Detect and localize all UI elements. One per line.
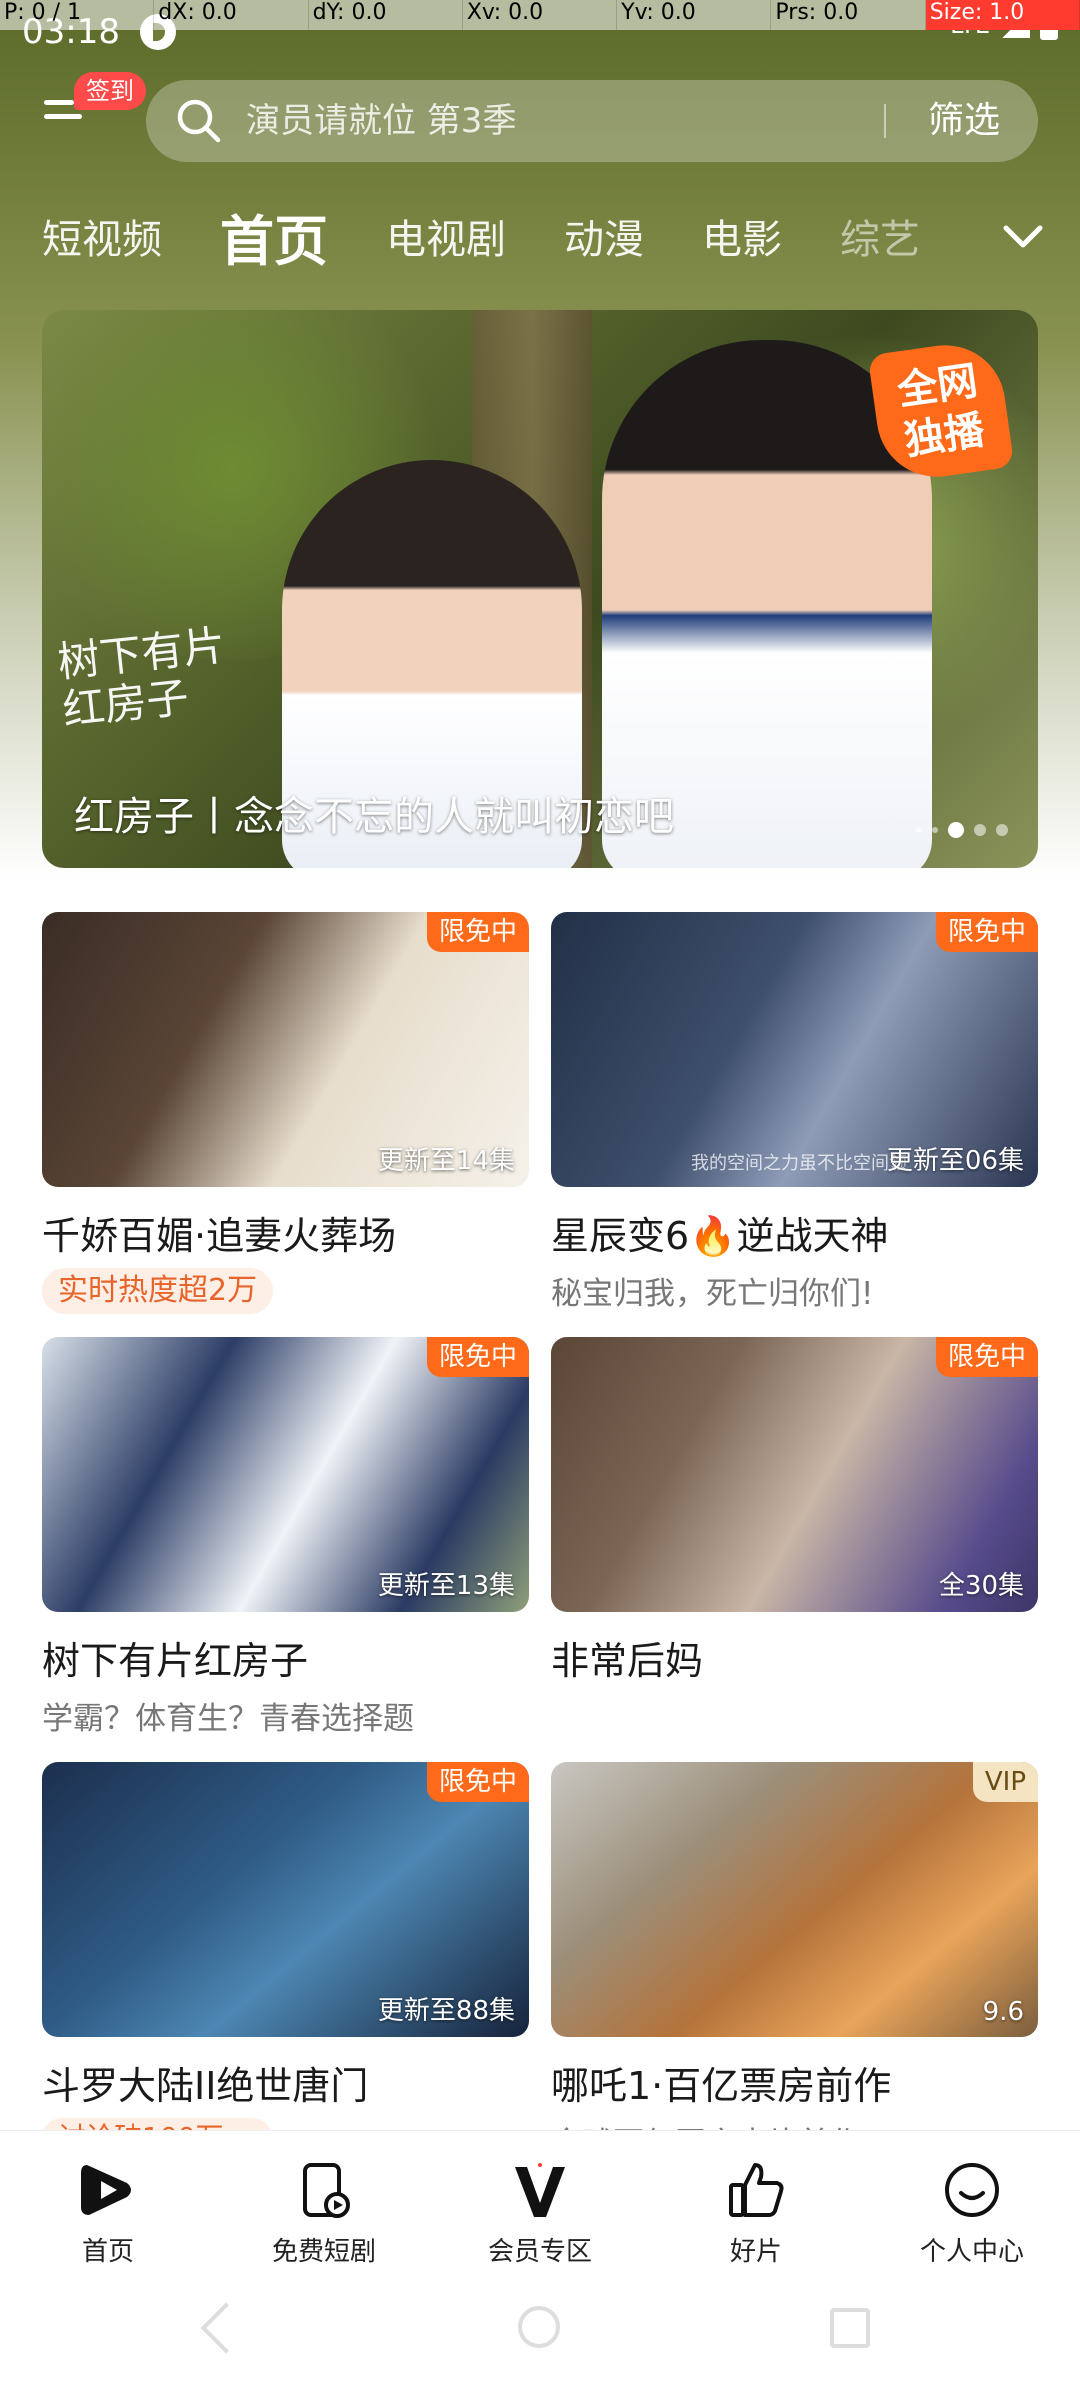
heat-badge: 实时热度超2万 xyxy=(42,1268,274,1314)
video-card[interactable]: 限免中 我的空间之力虽不比空间领 更新至06集 星辰变6🔥逆战天神 秘宝归我，死… xyxy=(551,912,1038,1313)
video-thumbnail[interactable]: 限免中 更新至13集 xyxy=(42,1337,529,1612)
search-input[interactable] xyxy=(246,80,846,162)
free-badge: 限免中 xyxy=(426,1762,529,1802)
debug-xv: Xv: 0.0 xyxy=(462,0,618,30)
video-thumbnail[interactable]: 限免中 更新至14集 xyxy=(42,912,529,1187)
video-subtitle: 秘宝归我，死亡归你们! xyxy=(551,1276,874,1312)
video-card[interactable]: 限免中 全30集 非常后妈 xyxy=(551,1337,1038,1685)
free-badge: 限免中 xyxy=(935,912,1038,952)
home-circle-icon[interactable] xyxy=(518,2306,560,2348)
free-badge: 限免中 xyxy=(426,1337,529,1377)
thumbnail-caption: 我的空间之力虽不比空间领 xyxy=(691,1153,907,1174)
filter-button[interactable]: 筛选 xyxy=(914,80,1014,162)
debug-dy: dY: 0.0 xyxy=(308,0,463,30)
bottom-navigation: 首页 免费短剧 会员专区 好片 个人中心 xyxy=(0,2130,1080,2280)
vip-v-icon xyxy=(515,2163,565,2217)
search-divider xyxy=(884,104,886,138)
debug-pointer: P: 0 / 1 xyxy=(0,0,155,30)
nav-free-short-drama[interactable]: 免费短剧 xyxy=(216,2131,432,2280)
nav-label: 免费短剧 xyxy=(271,2237,376,2267)
pagination-dot[interactable] xyxy=(974,824,986,836)
hero-banner[interactable]: 树下有片 红房子 全网 独播 红房子丨念念不忘的人就叫初恋吧 xyxy=(42,310,1038,868)
free-badge: 限免中 xyxy=(426,912,529,952)
video-card[interactable]: 限免中 更新至13集 树下有片红房子 学霸？体育生？青春选择题 xyxy=(42,1337,529,1738)
video-title[interactable]: 星辰变6🔥逆战天神 xyxy=(551,1205,1038,1260)
video-subtitle: 学霸？体育生？青春选择题 xyxy=(42,1701,414,1737)
pagination-dot[interactable] xyxy=(996,824,1008,836)
video-card[interactable]: 限免中 更新至88集 斗罗大陆II绝世唐门 讨论破100万 > xyxy=(42,1762,529,2158)
debug-dx: dX: 0.0 xyxy=(154,0,309,30)
debug-size: Size: 1.0 xyxy=(925,0,1080,30)
phone-play-icon xyxy=(303,2163,350,2218)
free-badge: 限免中 xyxy=(935,1337,1038,1377)
debug-overlay-bar: P: 0 / 1 dX: 0.0 dY: 0.0 Xv: 0.0 Yv: 0.0… xyxy=(0,0,1080,30)
checkin-badge[interactable]: 签到 xyxy=(74,72,146,110)
menu-line-icon xyxy=(44,100,74,105)
nav-label: 个人中心 xyxy=(919,2237,1024,2267)
nav-home[interactable]: 首页 xyxy=(0,2131,216,2280)
tab-tv-series[interactable]: 电视剧 xyxy=(386,207,506,265)
video-title[interactable]: 树下有片红房子 xyxy=(42,1630,529,1685)
video-card[interactable]: 限免中 更新至14集 千娇百媚·追妻火葬场 实时热度超2万 xyxy=(42,912,529,1314)
episode-label: 全30集 xyxy=(938,1571,1024,1601)
system-navigation-bar xyxy=(0,2280,1080,2400)
episode-label: 更新至88集 xyxy=(377,1996,515,2026)
episode-label: 更新至13集 xyxy=(377,1571,515,1601)
search-icon xyxy=(177,99,221,143)
search-bar[interactable]: 筛选 xyxy=(146,80,1038,162)
pagination-dot[interactable] xyxy=(932,827,938,833)
episode-label: 更新至06集 xyxy=(886,1146,1024,1176)
nav-vip-zone[interactable]: 会员专区 xyxy=(432,2131,648,2280)
rating-label: 9.6 xyxy=(982,1997,1024,2027)
nav-label: 好片 xyxy=(729,2237,782,2267)
nav-label: 首页 xyxy=(81,2237,134,2267)
video-thumbnail[interactable]: 限免中 全30集 xyxy=(551,1337,1038,1612)
video-title[interactable]: 斗罗大陆II绝世唐门 xyxy=(42,2055,529,2110)
channel-tabs: 短视频 首页 电视剧 动漫 电影 综艺 xyxy=(42,196,978,276)
video-title[interactable]: 非常后妈 xyxy=(551,1630,1038,1685)
nav-good-films[interactable]: 好片 xyxy=(648,2131,864,2280)
video-thumbnail[interactable]: 限免中 更新至88集 xyxy=(42,1762,529,2037)
vip-badge: VIP xyxy=(972,1762,1038,1802)
tab-short-video[interactable]: 短视频 xyxy=(42,207,162,265)
episode-label: 更新至14集 xyxy=(377,1146,515,1176)
pagination-dot[interactable] xyxy=(916,827,922,833)
video-card[interactable]: VIP 9.6 哪吒1·百亿票房前作 全球百亿国产大片首作 xyxy=(551,1762,1038,2163)
banner-show-logo: 树下有片 红房子 xyxy=(55,620,232,734)
tab-variety[interactable]: 综艺 xyxy=(840,207,920,265)
chevron-down-icon[interactable] xyxy=(998,212,1048,262)
nav-label: 会员专区 xyxy=(487,2237,592,2267)
tab-movie[interactable]: 电影 xyxy=(702,207,782,265)
nav-personal-center[interactable]: 个人中心 xyxy=(864,2131,1080,2280)
video-thumbnail[interactable]: VIP 9.6 xyxy=(551,1762,1038,2037)
video-title[interactable]: 千娇百媚·追妻火葬场 xyxy=(42,1205,529,1260)
video-title[interactable]: 哪吒1·百亿票房前作 xyxy=(551,2055,1038,2110)
tab-home[interactable]: 首页 xyxy=(220,197,328,276)
banner-caption: 红房子丨念念不忘的人就叫初恋吧 xyxy=(74,794,674,840)
video-thumbnail[interactable]: 限免中 我的空间之力虽不比空间领 更新至06集 xyxy=(551,912,1038,1187)
pagination-dot-active[interactable] xyxy=(948,822,964,838)
back-icon[interactable] xyxy=(200,2302,252,2354)
menu-line-icon xyxy=(44,114,82,119)
tab-anime[interactable]: 动漫 xyxy=(564,207,644,265)
debug-prs: Prs: 0.0 xyxy=(771,0,926,30)
debug-yv: Yv: 0.0 xyxy=(617,0,772,30)
banner-pagination xyxy=(916,822,1008,838)
play-icon xyxy=(81,2165,131,2215)
smile-face-icon xyxy=(945,2163,999,2217)
recent-apps-icon[interactable] xyxy=(830,2308,870,2348)
thumbs-up-icon xyxy=(729,2163,784,2217)
exclusive-badge-line: 独播 xyxy=(901,407,988,465)
